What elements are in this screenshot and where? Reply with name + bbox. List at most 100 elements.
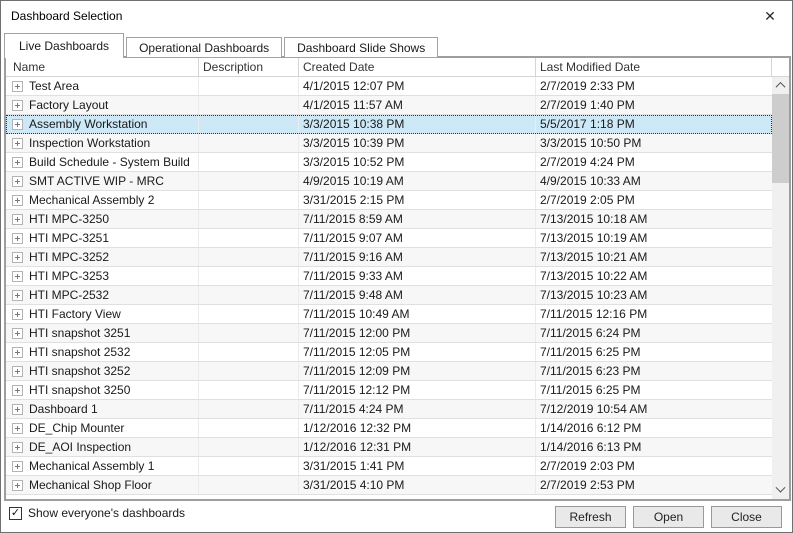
table-row[interactable]: HTI MPC-2532 7/11/2015 9:48 AM 7/13/2015… (6, 286, 772, 305)
expand-icon[interactable] (12, 480, 23, 491)
name-cell: HTI MPC-3250 (6, 210, 199, 228)
tab-operational-dashboards[interactable]: Operational Dashboards (126, 37, 282, 58)
last-modified-date: 4/9/2015 10:33 AM (540, 174, 641, 188)
expand-icon[interactable] (12, 461, 23, 472)
created-date: 7/11/2015 12:12 PM (303, 383, 410, 397)
description-cell (199, 172, 299, 190)
modified-date-cell: 3/3/2015 10:50 PM (536, 134, 772, 152)
table-row[interactable]: Factory Layout 4/1/2015 11:57 AM 2/7/201… (6, 96, 772, 115)
name-cell: Dashboard 1 (6, 400, 199, 418)
description-cell (199, 400, 299, 418)
column-header-name[interactable]: Name (6, 58, 199, 76)
modified-date-cell: 2/7/2019 4:24 PM (536, 153, 772, 171)
name-cell: HTI MPC-3252 (6, 248, 199, 266)
name-cell: Test Area (6, 77, 199, 95)
table-row[interactable]: HTI MPC-3250 7/11/2015 8:59 AM 7/13/2015… (6, 210, 772, 229)
dashboard-name: HTI MPC-3253 (29, 269, 109, 283)
table-row[interactable]: SMT ACTIVE WIP - MRC 4/9/2015 10:19 AM 4… (6, 172, 772, 191)
expand-icon[interactable] (12, 328, 23, 339)
modified-date-cell: 7/11/2015 6:25 PM (536, 381, 772, 399)
table-row[interactable]: DE_Chip Mounter 1/12/2016 12:32 PM 1/14/… (6, 419, 772, 438)
close-button[interactable]: ✕ (758, 5, 782, 27)
table-row[interactable]: Assembly Workstation 3/3/2015 10:38 PM 5… (6, 115, 772, 134)
expand-icon[interactable] (12, 347, 23, 358)
dashboard-name: Test Area (29, 79, 79, 93)
dashboard-name: HTI MPC-2532 (29, 288, 109, 302)
created-date-cell: 3/31/2015 4:10 PM (299, 476, 536, 494)
table-row[interactable]: HTI snapshot 3250 7/11/2015 12:12 PM 7/1… (6, 381, 772, 400)
created-date: 7/11/2015 12:00 PM (303, 326, 410, 340)
last-modified-date: 7/13/2015 10:22 AM (540, 269, 647, 283)
created-date-cell: 4/1/2015 11:57 AM (299, 96, 536, 114)
refresh-button[interactable]: Refresh (555, 506, 626, 528)
modified-date-cell: 7/13/2015 10:23 AM (536, 286, 772, 304)
last-modified-date: 2/7/2019 2:53 PM (540, 478, 635, 492)
expand-icon[interactable] (12, 290, 23, 301)
table-row[interactable]: HTI Factory View 7/11/2015 10:49 AM 7/11… (6, 305, 772, 324)
table-header: Name Description Created Date Last Modif… (6, 58, 789, 77)
expand-icon[interactable] (12, 138, 23, 149)
column-header-last-modified-date[interactable]: Last Modified Date (536, 58, 772, 76)
expand-icon[interactable] (12, 385, 23, 396)
expand-icon[interactable] (12, 214, 23, 225)
name-cell: DE_AOI Inspection (6, 438, 199, 456)
table-row[interactable]: DE_AOI Inspection 1/12/2016 12:31 PM 1/1… (6, 438, 772, 457)
column-header-description[interactable]: Description (199, 58, 299, 76)
dashboard-name: HTI MPC-3251 (29, 231, 109, 245)
table-row[interactable]: Test Area 4/1/2015 12:07 PM 2/7/2019 2:3… (6, 77, 772, 96)
dashboard-name: SMT ACTIVE WIP - MRC (29, 174, 164, 188)
tab-live-dashboards[interactable]: Live Dashboards (4, 33, 124, 58)
table-row[interactable]: HTI MPC-3252 7/11/2015 9:16 AM 7/13/2015… (6, 248, 772, 267)
dashboard-name: Mechanical Assembly 2 (29, 193, 154, 207)
table-row[interactable]: Build Schedule - System Build 3/3/2015 1… (6, 153, 772, 172)
table-row[interactable]: HTI MPC-3253 7/11/2015 9:33 AM 7/13/2015… (6, 267, 772, 286)
show-everyones-dashboards-option[interactable]: ✓ Show everyone's dashboards (9, 506, 185, 520)
created-date: 3/31/2015 1:41 PM (303, 459, 404, 473)
expand-icon[interactable] (12, 81, 23, 92)
expand-icon[interactable] (12, 252, 23, 263)
table-row[interactable]: HTI snapshot 3252 7/11/2015 12:09 PM 7/1… (6, 362, 772, 381)
expand-icon[interactable] (12, 157, 23, 168)
scroll-up-button[interactable] (772, 77, 789, 94)
created-date-cell: 7/11/2015 10:49 AM (299, 305, 536, 323)
expand-icon[interactable] (12, 233, 23, 244)
table-row[interactable]: HTI MPC-3251 7/11/2015 9:07 AM 7/13/2015… (6, 229, 772, 248)
dashboard-name: Mechanical Assembly 1 (29, 459, 154, 473)
close-dialog-button[interactable]: Close (711, 506, 782, 528)
expand-icon[interactable] (12, 404, 23, 415)
scrollbar-thumb[interactable] (772, 94, 789, 183)
table-row[interactable]: Mechanical Assembly 1 3/31/2015 1:41 PM … (6, 457, 772, 476)
expand-icon[interactable] (12, 309, 23, 320)
table-row[interactable]: Mechanical Shop Floor 3/31/2015 4:10 PM … (6, 476, 772, 495)
scroll-down-button[interactable] (772, 482, 789, 499)
modified-date-cell: 5/5/2017 1:18 PM (536, 115, 772, 133)
tab-dashboard-slide-shows[interactable]: Dashboard Slide Shows (284, 37, 438, 58)
close-icon: ✕ (764, 8, 776, 25)
column-header-created-date[interactable]: Created Date (299, 58, 536, 76)
table-row[interactable]: HTI snapshot 2532 7/11/2015 12:05 PM 7/1… (6, 343, 772, 362)
expand-icon[interactable] (12, 100, 23, 111)
table-row[interactable]: Inspection Workstation 3/3/2015 10:39 PM… (6, 134, 772, 153)
expand-icon[interactable] (12, 271, 23, 282)
table-row[interactable]: Mechanical Assembly 2 3/31/2015 2:15 PM … (6, 191, 772, 210)
last-modified-date: 1/14/2016 6:12 PM (540, 421, 641, 435)
created-date-cell: 7/11/2015 9:33 AM (299, 267, 536, 285)
last-modified-date: 7/11/2015 6:25 PM (540, 345, 641, 359)
show-everyones-dashboards-checkbox[interactable]: ✓ (9, 507, 22, 520)
expand-icon[interactable] (12, 195, 23, 206)
vertical-scrollbar[interactable] (772, 77, 789, 499)
dashboard-name: Factory Layout (29, 98, 108, 112)
description-cell (199, 476, 299, 494)
description-cell (199, 419, 299, 437)
column-header-stub (772, 58, 789, 76)
created-date: 7/11/2015 12:05 PM (303, 345, 410, 359)
expand-icon[interactable] (12, 423, 23, 434)
expand-icon[interactable] (12, 119, 23, 130)
expand-icon[interactable] (12, 366, 23, 377)
expand-icon[interactable] (12, 442, 23, 453)
table-row[interactable]: Dashboard 1 7/11/2015 4:24 PM 7/12/2019 … (6, 400, 772, 419)
last-modified-date: 3/3/2015 10:50 PM (540, 136, 641, 150)
expand-icon[interactable] (12, 176, 23, 187)
table-row[interactable]: HTI snapshot 3251 7/11/2015 12:00 PM 7/1… (6, 324, 772, 343)
open-button[interactable]: Open (633, 506, 704, 528)
